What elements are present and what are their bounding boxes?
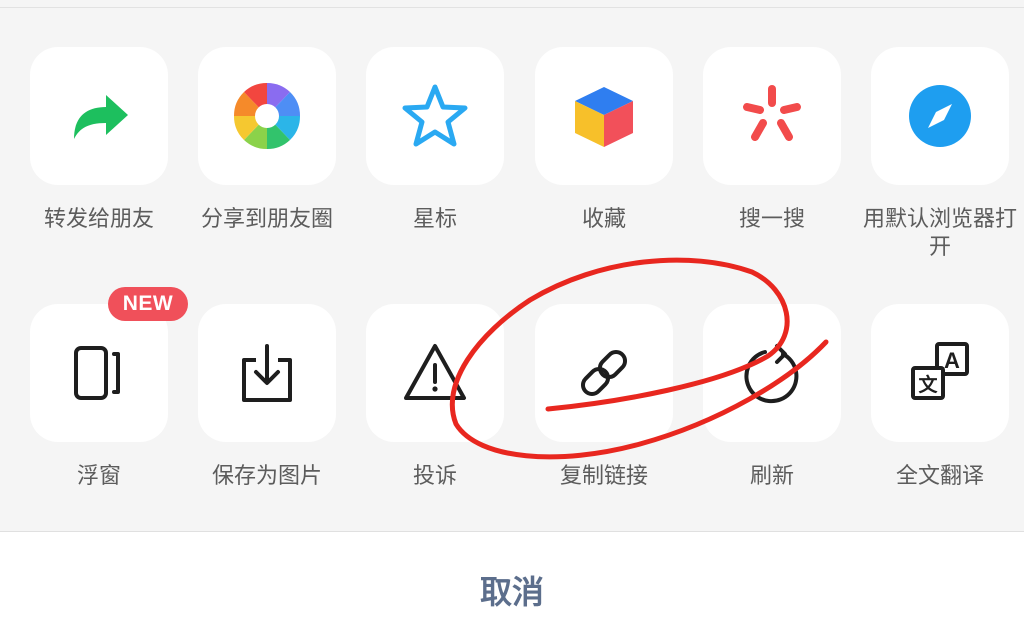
float-window-button[interactable] — [30, 304, 168, 442]
moments-shutter-icon — [233, 82, 301, 150]
cancel-button[interactable]: 取消 — [412, 562, 612, 622]
favorite-button[interactable] — [535, 47, 673, 185]
translate-button[interactable]: A 文 — [871, 304, 1009, 442]
copy-link-button[interactable] — [535, 304, 673, 442]
translate-letter-a: A — [944, 348, 960, 373]
favorite-label: 收藏 — [581, 207, 626, 232]
save-as-image-label: 保存为图片 — [211, 464, 322, 489]
top-divider — [0, 7, 1024, 8]
share-to-moments-button[interactable] — [198, 47, 336, 185]
forward-to-friend-label: 转发给朋友 — [43, 207, 154, 232]
warning-icon — [404, 344, 466, 400]
refresh-button[interactable] — [703, 304, 841, 442]
star-icon — [402, 84, 468, 147]
open-in-browser-label: 用默认浏览器打开 — [862, 207, 1017, 260]
star-button[interactable] — [366, 47, 504, 185]
report-button[interactable] — [366, 304, 504, 442]
search-button[interactable] — [703, 47, 841, 185]
search-sparkle-icon — [743, 85, 801, 141]
open-in-browser-button[interactable] — [871, 47, 1009, 185]
translate-label: 全文翻译 — [895, 464, 984, 489]
float-window-label: 浮窗 — [76, 464, 121, 489]
share-to-moments-label: 分享到朋友圈 — [200, 207, 333, 232]
report-label: 投诉 — [412, 464, 457, 489]
search-label: 搜一搜 — [738, 207, 805, 232]
save-as-image-button[interactable] — [198, 304, 336, 442]
save-download-icon — [242, 344, 292, 402]
forward-arrow-icon — [74, 95, 128, 139]
favorite-cube-icon — [575, 87, 633, 147]
refresh-icon — [744, 344, 799, 404]
new-badge: NEW — [108, 287, 188, 321]
forward-to-friend-button[interactable] — [30, 47, 168, 185]
star-label: 星标 — [412, 207, 457, 232]
float-window-icon — [74, 346, 120, 400]
compass-icon — [909, 85, 971, 147]
translate-icon: A 文 — [911, 342, 969, 400]
refresh-label: 刷新 — [749, 464, 794, 489]
link-icon — [580, 349, 628, 397]
translate-letter-wen: 文 — [918, 373, 938, 396]
copy-link-label: 复制链接 — [559, 464, 648, 489]
